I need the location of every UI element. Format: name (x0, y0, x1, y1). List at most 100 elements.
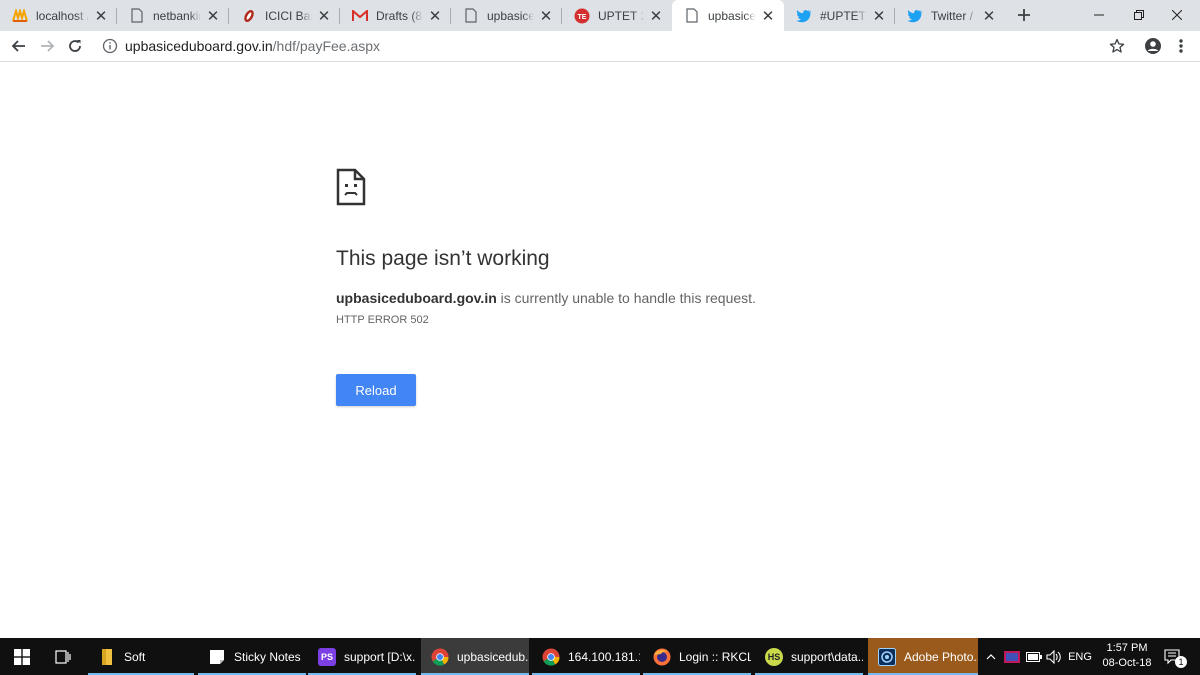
show-hidden-icons-button[interactable] (982, 638, 1000, 675)
error-code: HTTP ERROR 502 (336, 314, 429, 326)
taskbar-item-heidisql[interactable]: HS support\data... (755, 638, 863, 675)
close-icon[interactable]: ✕ (538, 8, 554, 25)
close-icon[interactable]: ✕ (760, 8, 776, 25)
firefox-icon (653, 648, 671, 666)
tab-strip: localhost / ✕ netbanking ✕ ICICI Bank C … (0, 0, 1200, 31)
profile-button[interactable] (1142, 35, 1164, 57)
twitter-icon (907, 8, 923, 24)
close-window-button[interactable] (1154, 0, 1200, 30)
page-content: This page isn’t working upbasiceduboard.… (0, 62, 1200, 638)
gmail-icon (352, 8, 368, 24)
tab-gmail[interactable]: Drafts (8) - ✕ (340, 0, 451, 31)
taskbar-item-soft[interactable]: Soft (88, 638, 194, 675)
task-view-button[interactable] (44, 638, 82, 675)
task-view-icon (55, 649, 71, 664)
tab-title: ICICI Bank C (265, 8, 312, 23)
tab-twitter[interactable]: Twitter / No ✕ (895, 0, 1005, 31)
error-message: upbasiceduboard.gov.in is currently unab… (336, 290, 756, 306)
new-tab-button[interactable] (1013, 4, 1035, 26)
info-icon (102, 38, 118, 54)
back-button[interactable] (8, 35, 30, 57)
input-language[interactable]: ENG (1066, 638, 1094, 675)
taskbar-item-label: Sticky Notes (234, 649, 301, 664)
url-host: upbasiceduboard.gov.in (125, 38, 273, 54)
close-icon[interactable]: ✕ (205, 8, 221, 25)
close-icon[interactable]: ✕ (427, 8, 443, 25)
clock[interactable]: 1:57 PM 08-Oct-18 (1094, 641, 1160, 671)
twitter-icon (796, 8, 812, 24)
sad-page-icon (336, 168, 366, 211)
speaker-icon (1046, 649, 1061, 664)
taskbar-item-chrome-ip[interactable]: 164.100.181.1... (532, 638, 640, 675)
close-icon (1172, 10, 1182, 20)
clock-date: 08-Oct-18 (1102, 657, 1152, 669)
page-icon (463, 8, 479, 24)
tab-localhost[interactable]: localhost / ✕ (0, 0, 117, 31)
photoshop-icon (878, 647, 896, 666)
url-path: /hdf/payFee.aspx (272, 38, 381, 54)
reload-button[interactable]: Reload (336, 374, 416, 406)
bookmark-button[interactable] (1106, 35, 1128, 57)
arrow-left-icon (11, 40, 25, 52)
pma-icon (12, 8, 28, 24)
volume-button[interactable] (1044, 638, 1064, 675)
tray-app-button[interactable] (1002, 638, 1022, 675)
chevron-up-icon (986, 653, 996, 659)
tab-uptet[interactable]: TE UPTET 2018 ✕ (562, 0, 672, 31)
star-icon (1109, 38, 1125, 53)
menu-button[interactable] (1170, 35, 1192, 57)
tab-uptet-twitter[interactable]: #UPTET201 ✕ (784, 0, 895, 31)
error-message-text: is currently unable to handle this reque… (496, 290, 756, 306)
battery-icon (1026, 651, 1042, 662)
close-icon[interactable]: ✕ (316, 8, 332, 25)
tab-title: localhost / (36, 8, 89, 23)
tab-title: #UPTET201 (820, 8, 867, 23)
taskbar-item-phpstorm[interactable]: PS support [D:\x... (308, 638, 416, 675)
error-domain: upbasiceduboard.gov.in (336, 290, 497, 306)
refresh-icon (69, 40, 81, 52)
taskbar-item-label: 164.100.181.1... (568, 649, 640, 664)
icici-icon (241, 8, 257, 24)
start-button[interactable] (0, 638, 44, 675)
more-vert-icon (1179, 39, 1183, 53)
site-info-button[interactable] (99, 35, 121, 57)
tab-title: UPTET 2018 (598, 8, 644, 23)
taskbar-item-label: upbasicedub... (457, 649, 529, 664)
taskbar-item-label: support\data... (791, 649, 863, 664)
tab-netbanking[interactable]: netbanking ✕ (117, 0, 229, 31)
battery-button[interactable] (1024, 638, 1044, 675)
account-icon (1145, 38, 1161, 54)
close-icon[interactable]: ✕ (93, 8, 109, 25)
tab-icici[interactable]: ICICI Bank C ✕ (229, 0, 340, 31)
clock-time: 1:57 PM (1106, 642, 1148, 654)
heidisql-icon: HS (765, 647, 783, 666)
chrome-icon (542, 648, 560, 666)
close-icon[interactable]: ✕ (871, 8, 887, 25)
taskbar-item-sticky-notes[interactable]: Sticky Notes (198, 638, 306, 675)
arrow-right-icon (41, 40, 55, 52)
taskbar: Soft Sticky Notes PS support [D:\x... up… (0, 638, 1200, 675)
app-tray-icon (1004, 650, 1020, 663)
phpstorm-icon: PS (318, 647, 336, 666)
action-center-button[interactable]: 1 (1160, 638, 1187, 675)
close-icon[interactable]: ✕ (648, 8, 664, 25)
folder-icon (98, 648, 116, 666)
close-icon[interactable]: ✕ (981, 8, 997, 25)
page-icon (684, 8, 700, 24)
address-bar[interactable]: upbasiceduboard.gov.in/hdf/payFee.aspx (125, 38, 380, 54)
reload-page-button[interactable] (64, 35, 86, 57)
taskbar-item-label: Login :: RKCL... (679, 649, 751, 664)
plus-icon (1018, 9, 1030, 21)
tab-upbasicedu-1[interactable]: upbasicedu ✕ (451, 0, 562, 31)
page-icon (129, 8, 145, 24)
svg-text:TE: TE (578, 14, 587, 21)
windows-icon (14, 648, 30, 665)
tab-upbasicedu-active[interactable]: upbasicedu ✕ (672, 0, 784, 31)
taskbar-item-photoshop[interactable]: Adobe Photo... (868, 638, 978, 675)
notification-count: 1 (1175, 656, 1187, 668)
forward-button[interactable] (36, 35, 58, 57)
taskbar-item-chrome-upbasic[interactable]: upbasicedub... (421, 638, 529, 675)
tab-title: Drafts (8) - (376, 8, 423, 23)
taskbar-item-firefox[interactable]: Login :: RKCL... (643, 638, 751, 675)
tab-title: upbasicedu (708, 8, 756, 23)
